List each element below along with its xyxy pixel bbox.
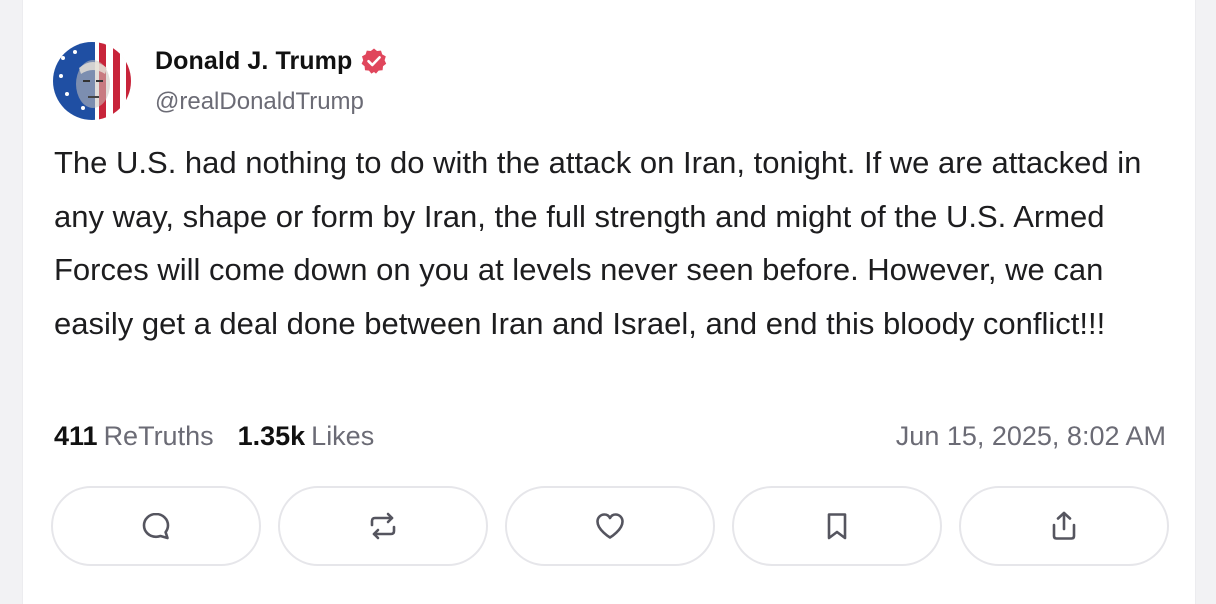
retruth-icon [370, 512, 396, 540]
likes-stat[interactable]: 1.35k Likes [238, 421, 375, 452]
like-button[interactable] [505, 486, 715, 566]
author-handle[interactable]: @realDonaldTrump [155, 88, 364, 116]
post-action-bar [51, 486, 1169, 566]
share-icon [1052, 511, 1076, 540]
verified-badge-icon [360, 47, 388, 75]
retruths-stat[interactable]: 411 ReTruths [54, 421, 214, 452]
post-body-text: The U.S. had nothing to do with the atta… [54, 145, 1142, 341]
like-heart-icon [596, 513, 624, 539]
author-display-name[interactable]: Donald J. Trump [155, 47, 352, 76]
author-name-row: Donald J. Trump [155, 44, 388, 78]
likes-label: Likes [311, 420, 375, 451]
avatar[interactable] [53, 42, 131, 120]
share-button[interactable] [959, 486, 1169, 566]
retruth-button[interactable] [278, 486, 488, 566]
bookmark-button[interactable] [732, 486, 942, 566]
bookmark-icon [827, 513, 847, 540]
likes-count: 1.35k [237, 420, 306, 451]
retruths-count: 411 [54, 420, 98, 451]
reply-icon [142, 512, 170, 540]
post-timestamp[interactable]: Jun 15, 2025, 8:02 AM [896, 421, 1166, 452]
post-card: Donald J. Trump @realDonaldTrump The U.S… [22, 0, 1196, 604]
reply-button[interactable] [51, 486, 261, 566]
retruths-label: ReTruths [103, 420, 214, 451]
avatar-image [53, 42, 131, 120]
post-stats: 411 ReTruths 1.35k Likes Jun 15, 2025, 8:0… [54, 416, 1166, 456]
